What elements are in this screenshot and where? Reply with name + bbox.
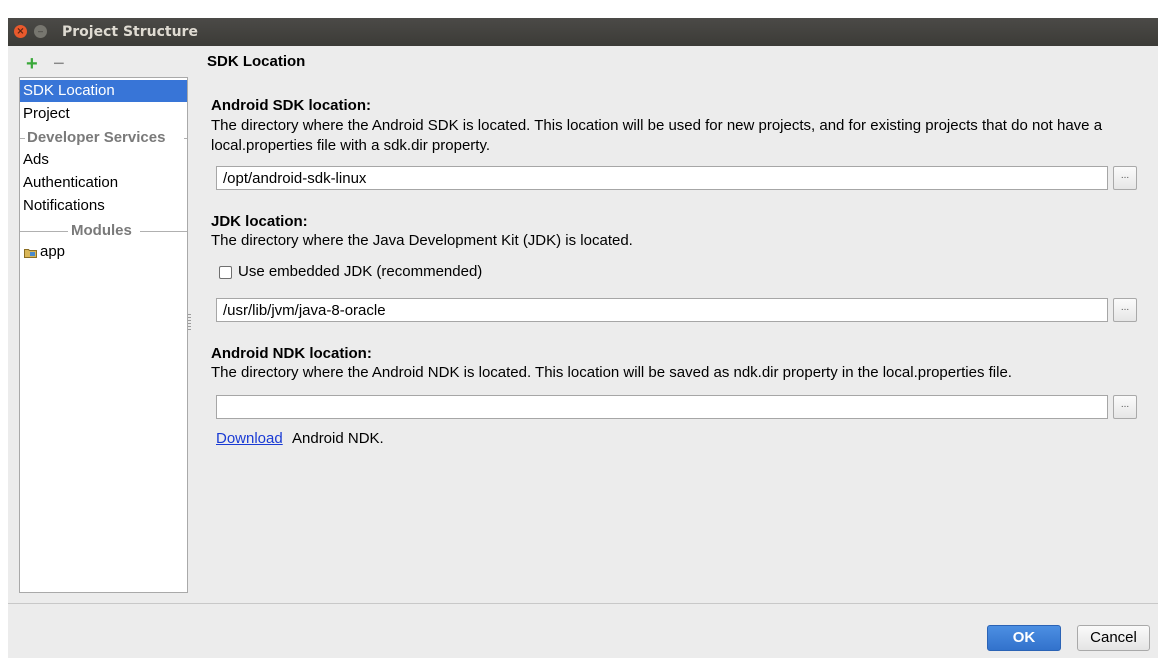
use-embedded-jdk-checkbox[interactable] <box>219 266 232 279</box>
download-ndk-text: Android NDK. <box>292 430 384 447</box>
developer-services-header: Developer Services <box>27 129 166 146</box>
ok-button[interactable]: OK <box>987 625 1061 651</box>
sidebar-item-sdk-location[interactable]: SDK Location <box>20 80 187 102</box>
android-ndk-label: Android NDK location: <box>211 345 372 362</box>
title-bar: × – Project Structure <box>8 18 1158 46</box>
android-sdk-description: The directory where the Android SDK is l… <box>211 117 1103 154</box>
android-sdk-browse-button[interactable]: ... <box>1113 166 1137 190</box>
module-folder-icon <box>24 249 37 258</box>
window-title: Project Structure <box>62 24 198 40</box>
jdk-path-input[interactable] <box>216 298 1108 322</box>
module-label: app <box>40 243 66 260</box>
android-sdk-path-input[interactable] <box>216 166 1108 190</box>
use-embedded-jdk-label[interactable]: Use embedded JDK (recommended) <box>238 263 482 280</box>
android-sdk-label: Android SDK location: <box>211 97 371 114</box>
android-ndk-browse-button[interactable]: ... <box>1113 395 1137 419</box>
developer-services-separator: Developer Services <box>20 127 187 149</box>
sidebar: SDK Location Project Developer Services … <box>19 77 188 593</box>
android-ndk-path-input[interactable] <box>216 395 1108 419</box>
jdk-label: JDK location: <box>211 213 308 230</box>
splitter-handle[interactable] <box>188 314 191 330</box>
add-icon[interactable]: + <box>26 54 38 74</box>
page-title: SDK Location <box>207 53 306 70</box>
sidebar-item-project[interactable]: Project <box>20 103 187 125</box>
jdk-description: The directory where the Java Development… <box>211 232 633 249</box>
sidebar-item-authentication[interactable]: Authentication <box>20 172 187 194</box>
close-window-icon[interactable]: × <box>14 25 27 38</box>
minimize-window-icon[interactable]: – <box>34 25 47 38</box>
sidebar-item-module-app[interactable]: app <box>20 241 187 263</box>
download-ndk-link[interactable]: Download <box>216 430 283 447</box>
cancel-button[interactable]: Cancel <box>1077 625 1150 651</box>
footer-divider <box>8 603 1158 604</box>
modules-header: Modules <box>71 222 132 239</box>
remove-icon[interactable]: − <box>53 54 65 74</box>
jdk-browse-button[interactable]: ... <box>1113 298 1137 322</box>
project-structure-dialog: × – Project Structure + − SDK Location P… <box>8 18 1158 658</box>
sidebar-item-notifications[interactable]: Notifications <box>20 195 187 217</box>
android-ndk-description: The directory where the Android NDK is l… <box>211 364 1012 381</box>
modules-separator: Modules <box>20 220 187 242</box>
sidebar-item-ads[interactable]: Ads <box>20 149 187 171</box>
